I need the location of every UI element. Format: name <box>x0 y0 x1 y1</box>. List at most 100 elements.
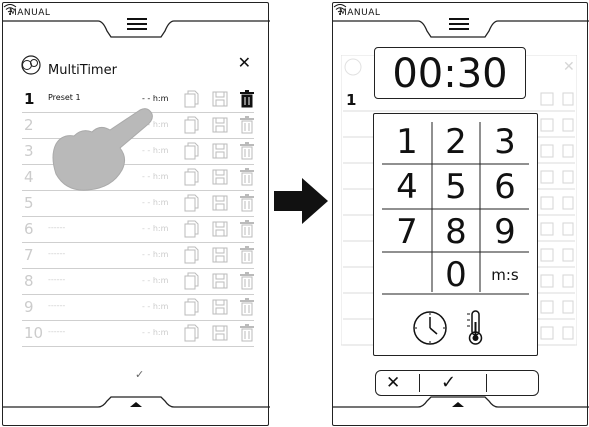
delete-icon[interactable] <box>240 168 254 190</box>
save-icon[interactable] <box>212 116 228 138</box>
preset-name: ------ <box>48 275 66 284</box>
keypad-key[interactable]: 3 <box>480 120 530 164</box>
preset-row[interactable]: 9 ------ - - h:m <box>22 295 254 321</box>
preset-row[interactable]: 10 ------ - - h:m <box>22 321 254 347</box>
top-bar: MANUAL <box>333 3 589 41</box>
clock-icon[interactable] <box>412 310 448 346</box>
cancel-button[interactable]: ✕ <box>386 371 400 395</box>
wifi-icon <box>333 4 347 15</box>
copy-icon[interactable] <box>184 324 200 346</box>
preset-number: 1 <box>24 90 35 108</box>
hamburger-menu-icon[interactable] <box>449 18 469 32</box>
bg-save-icon <box>540 196 554 210</box>
save-icon[interactable] <box>212 142 228 164</box>
preset-number: 2 <box>24 116 34 134</box>
save-icon[interactable] <box>212 220 228 242</box>
save-icon[interactable] <box>212 168 228 190</box>
bg-save-icon <box>540 144 554 158</box>
preset-name: ------ <box>48 301 66 310</box>
action-bar: ✕ ✓ <box>375 370 539 396</box>
preset-name: ------ <box>48 327 66 336</box>
preset-time: - - h:m <box>142 224 169 233</box>
delete-icon[interactable] <box>240 116 254 138</box>
delete-icon[interactable] <box>240 272 254 294</box>
copy-icon[interactable] <box>184 194 200 216</box>
keypad-key[interactable]: 6 <box>480 165 530 209</box>
multitimer-title: MultiTimer <box>48 63 117 78</box>
bg-delete-icon <box>562 92 574 106</box>
delete-icon[interactable] <box>240 90 254 112</box>
save-icon[interactable] <box>212 90 228 112</box>
preset-time: - - h:m <box>142 328 169 337</box>
bg-delete-icon <box>562 274 574 288</box>
bg-delete-icon <box>562 326 574 340</box>
ok-button[interactable]: ✓ <box>441 371 456 395</box>
keypad-key[interactable]: 5 <box>431 165 481 209</box>
save-icon[interactable] <box>212 298 228 320</box>
preset-row[interactable]: 7 ------ - - h:m <box>22 243 254 269</box>
copy-icon[interactable] <box>184 220 200 242</box>
numeric-keypad: 1 2 3 4 5 6 7 8 9 0 m:s <box>373 113 538 356</box>
bg-save-icon <box>540 326 554 340</box>
copy-icon[interactable] <box>184 246 200 268</box>
preset-number: 10 <box>24 324 44 342</box>
copy-icon[interactable] <box>184 272 200 294</box>
up-arrow-icon <box>452 402 464 407</box>
delete-icon[interactable] <box>240 246 254 268</box>
save-icon[interactable] <box>212 246 228 268</box>
keypad-key[interactable]: m:s <box>480 253 530 297</box>
delete-icon[interactable] <box>240 142 254 164</box>
up-arrow-icon <box>130 402 142 407</box>
keypad-key <box>382 253 432 297</box>
bg-delete-icon <box>562 300 574 314</box>
copy-icon[interactable] <box>184 298 200 320</box>
close-button[interactable]: ✕ <box>238 53 251 72</box>
preset-number: 7 <box>24 246 34 264</box>
preset-time: - - h:m <box>142 302 169 311</box>
preset-number: 4 <box>24 168 34 186</box>
keypad-key[interactable]: 4 <box>382 165 432 209</box>
bg-delete-icon <box>562 248 574 262</box>
svg-text:✕: ✕ <box>563 59 575 75</box>
preset-number: 3 <box>24 142 34 160</box>
save-icon[interactable] <box>212 324 228 346</box>
preset-time: - - h:m <box>142 198 169 207</box>
keypad-key[interactable]: 1 <box>382 120 432 164</box>
hamburger-menu-icon[interactable] <box>127 18 147 32</box>
preset-row[interactable]: 6 ------ - - h:m <box>22 217 254 243</box>
preset-number: 9 <box>24 298 34 316</box>
confirm-button[interactable]: ✓ <box>135 368 144 381</box>
preset-row[interactable]: 8 ------ - - h:m <box>22 269 254 295</box>
keypad-key[interactable]: 9 <box>480 210 530 254</box>
delete-icon[interactable] <box>240 194 254 216</box>
keypad-key[interactable]: 2 <box>431 120 481 164</box>
preset-number: 6 <box>24 220 34 238</box>
top-bar: MANUAL <box>3 3 270 41</box>
action-divider <box>419 374 420 392</box>
transition-arrow-icon <box>274 178 328 224</box>
delete-icon[interactable] <box>240 298 254 320</box>
preset-number: 5 <box>24 194 34 212</box>
copy-icon[interactable] <box>184 168 200 190</box>
keypad-key[interactable]: 8 <box>431 210 481 254</box>
copy-icon[interactable] <box>184 90 200 112</box>
bg-delete-icon <box>562 222 574 236</box>
action-divider <box>486 374 487 392</box>
wifi-icon <box>3 4 17 15</box>
preset-number: 8 <box>24 272 34 290</box>
bg-save-icon <box>540 300 554 314</box>
save-icon[interactable] <box>212 272 228 294</box>
delete-icon[interactable] <box>240 220 254 242</box>
bg-save-icon <box>540 274 554 288</box>
copy-icon[interactable] <box>184 116 200 138</box>
keypad-key[interactable]: 7 <box>382 210 432 254</box>
preset-time: - - h:m <box>142 276 169 285</box>
delete-icon[interactable] <box>240 324 254 346</box>
save-icon[interactable] <box>212 194 228 216</box>
copy-icon[interactable] <box>184 142 200 164</box>
preset-name: ------ <box>48 223 66 232</box>
keypad-key[interactable]: 0 <box>431 253 481 297</box>
core-probe-icon[interactable] <box>464 308 490 346</box>
bottom-bar-notch <box>333 396 589 408</box>
right-device-screen: MANUAL ✕ 1 00:30 1234567890m:s <box>332 2 589 426</box>
